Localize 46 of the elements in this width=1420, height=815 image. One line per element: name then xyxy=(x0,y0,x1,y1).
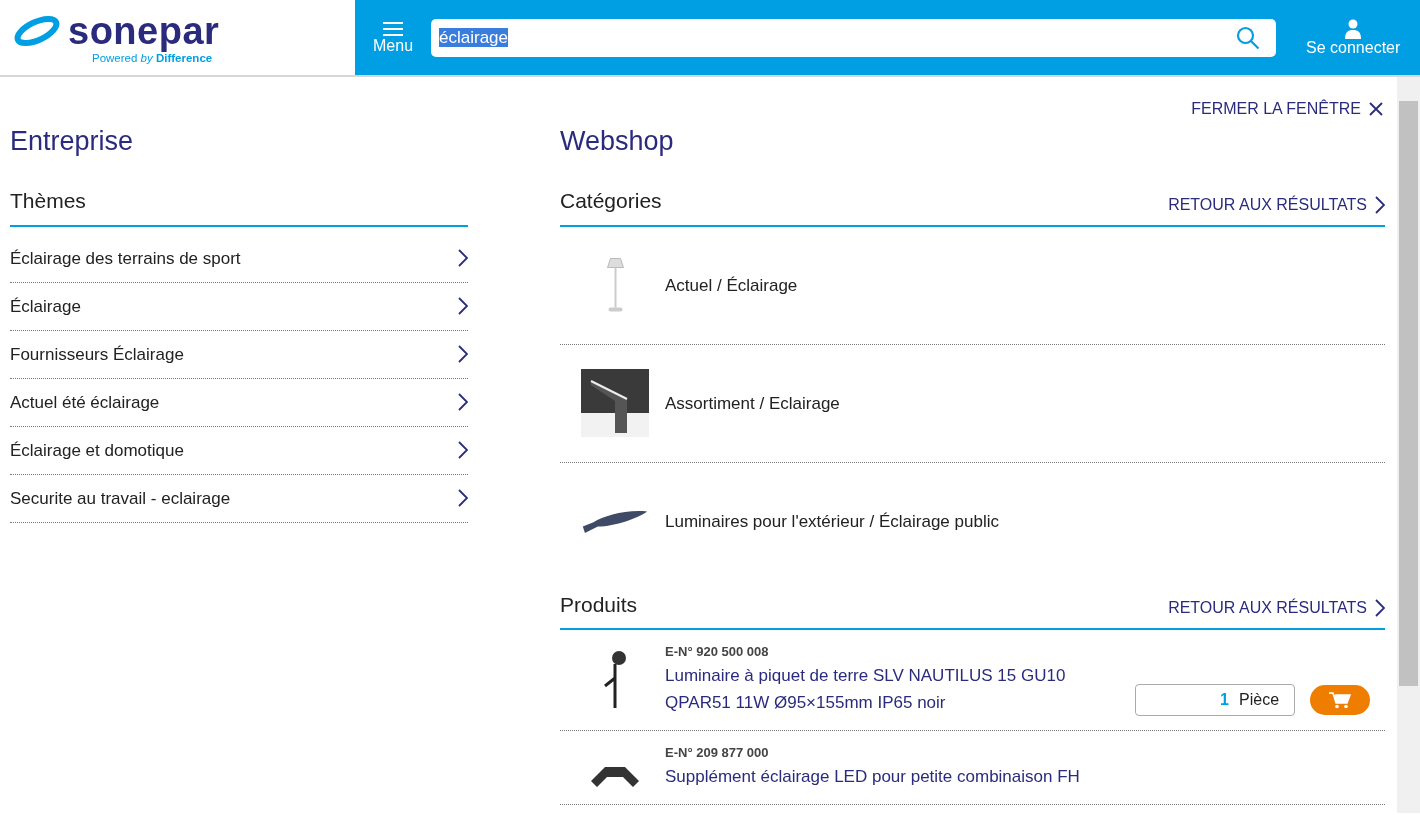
chevron-right-icon xyxy=(458,393,468,412)
logo-wordmark: sonepar xyxy=(68,12,220,50)
products-heading: Produits xyxy=(560,591,638,618)
categories-heading: Catégories xyxy=(560,188,662,215)
close-window-link[interactable]: FERMER LA FENÊTRE xyxy=(1191,97,1383,121)
cart-icon xyxy=(1329,691,1351,710)
theme-link[interactable]: Éclairage xyxy=(10,282,468,331)
lamp-photo xyxy=(606,258,624,313)
theme-link[interactable]: Securite au travail - eclairage xyxy=(10,474,468,523)
product-number: E-N° 209 877 000 xyxy=(665,744,770,763)
back-to-results-link[interactable]: RETOUR AUX RÉSULTATS xyxy=(1168,596,1385,621)
category-link[interactable]: Actuel / Éclairage xyxy=(665,272,798,299)
category-link[interactable]: Luminaires pour l'extérieur / Éclairage public xyxy=(665,509,999,535)
chevron-right-icon xyxy=(458,345,468,364)
menu-icon xyxy=(382,20,404,37)
theme-link[interactable]: Éclairage et domotique xyxy=(10,426,468,475)
theme-link[interactable]: Fournisseurs Éclairage xyxy=(10,330,468,379)
chevron-right-icon xyxy=(458,249,468,268)
chevron-right-icon xyxy=(458,441,468,460)
chevron-right-icon xyxy=(458,489,468,508)
chevron-right-icon xyxy=(1375,599,1385,618)
bollard-photo xyxy=(581,369,649,438)
scrollbar[interactable] xyxy=(1397,77,1420,813)
category-link[interactable]: Assortiment / Eclairage xyxy=(665,390,840,417)
theme-link[interactable]: Éclairage des terrains de sport xyxy=(10,234,468,283)
add-to-cart-button[interactable] xyxy=(1310,685,1370,716)
theme-link[interactable]: Actuel été éclairage xyxy=(10,378,468,427)
fixture-photo xyxy=(591,766,639,787)
close-icon xyxy=(1369,102,1383,116)
chevron-right-icon xyxy=(1375,195,1385,214)
logo-tagline: Powered by Difference xyxy=(92,52,214,66)
quantity-field[interactable]: 1 Pièce xyxy=(1135,684,1295,717)
product-number: E-N° 920 500 008 xyxy=(665,643,770,662)
streetlight-photo xyxy=(582,510,648,533)
spike-light-photo xyxy=(604,650,626,708)
product-link[interactable]: Supplément éclairage LED pour petite combinaison FH xyxy=(665,762,1085,790)
themes-heading: Thèmes xyxy=(10,189,86,213)
search-field[interactable]: éclairage xyxy=(431,18,1277,57)
section-heading: Webshop xyxy=(560,125,675,158)
product-link[interactable]: Luminaire à piquet de terre SLV NAUTILUS 15 GU10 QPAR51 11W Ø95×155mm IP65 noir xyxy=(665,661,1085,717)
back-to-results-link[interactable]: RETOUR AUX RÉSULTATS xyxy=(1168,192,1385,217)
chevron-right-icon xyxy=(458,297,468,316)
search-icon[interactable] xyxy=(1236,25,1261,50)
section-heading: Entreprise xyxy=(10,125,135,158)
logo-icon xyxy=(14,13,60,49)
user-icon xyxy=(1344,18,1363,39)
